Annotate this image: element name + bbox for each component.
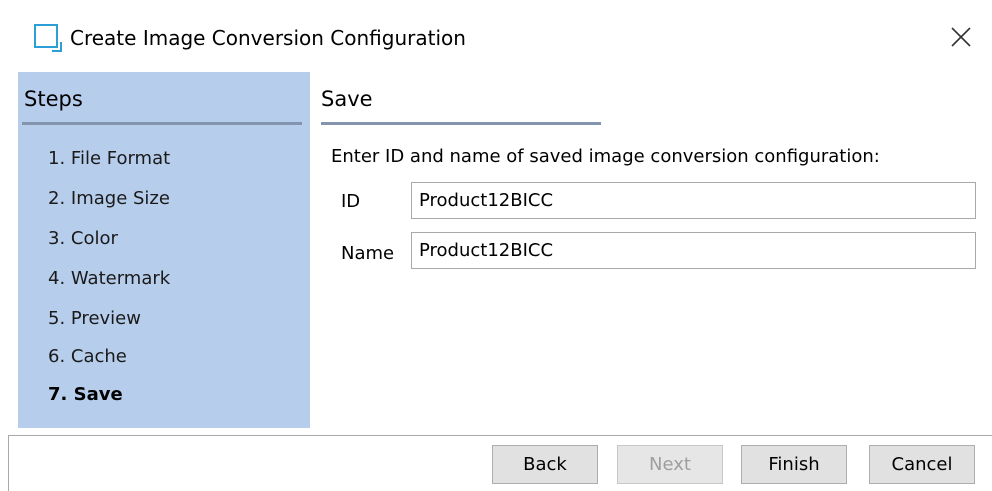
finish-button[interactable]: Finish (741, 445, 847, 484)
steps-heading: Steps (24, 87, 83, 111)
step-item: 3. Color (48, 228, 118, 249)
window-title: Create Image Conversion Configuration (70, 26, 466, 50)
create-image-conversion-dialog: Create Image Conversion Configuration St… (0, 0, 992, 491)
step-item: 1. File Format (48, 148, 171, 169)
id-label: ID (341, 191, 361, 212)
footer-left-border (8, 435, 9, 491)
close-icon (951, 27, 971, 47)
close-button[interactable] (946, 22, 976, 52)
step-item: 4. Watermark (48, 268, 171, 289)
window-icon (34, 24, 62, 52)
step-item: 6. Cache (48, 346, 127, 367)
title-bar: Create Image Conversion Configuration (0, 0, 992, 70)
steps-divider (22, 122, 302, 125)
name-field[interactable] (411, 232, 976, 269)
page-title-divider (321, 122, 601, 125)
instruction-text: Enter ID and name of saved image convers… (331, 146, 880, 167)
id-field[interactable] (411, 182, 976, 219)
name-label: Name (341, 243, 395, 264)
step-item: 2. Image Size (48, 188, 170, 209)
cancel-button[interactable]: Cancel (869, 445, 975, 484)
next-button[interactable]: Next (617, 445, 723, 484)
steps-panel: Steps 1. File Format 2. Image Size 3. Colo… (18, 72, 310, 428)
step-item: 7. Save (48, 384, 123, 405)
page-title: Save (321, 87, 373, 111)
back-button[interactable]: Back (492, 445, 598, 484)
step-item: 5. Preview (48, 308, 141, 329)
footer-divider (8, 435, 992, 436)
